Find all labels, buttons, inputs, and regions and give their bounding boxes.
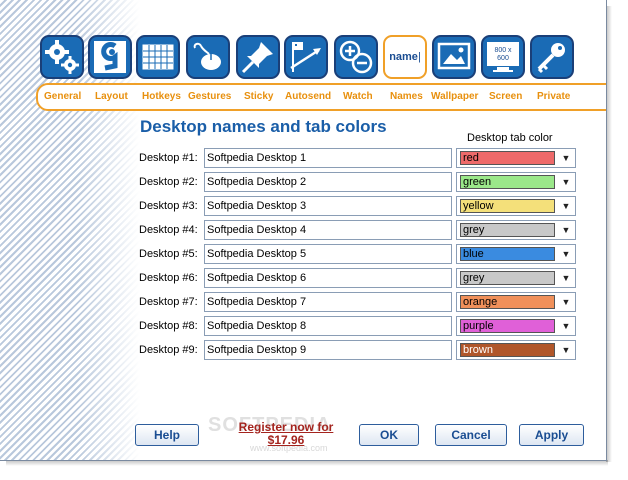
mouse-icon xyxy=(193,42,221,70)
tab-autosend-label[interactable]: Autosend xyxy=(285,91,331,102)
chevron-down-icon[interactable]: ▼ xyxy=(559,343,573,357)
tab-autosend-button[interactable] xyxy=(284,35,328,79)
chevron-down-icon[interactable]: ▼ xyxy=(559,199,573,213)
chevron-down-icon[interactable]: ▼ xyxy=(559,319,573,333)
desktop-4-name-input[interactable] xyxy=(204,220,452,240)
key-icon xyxy=(537,43,565,74)
desktop-7-label: Desktop #7: xyxy=(139,296,198,308)
desktop-8-color-select[interactable]: purple ▼ xyxy=(456,316,576,336)
desktop-3-label: Desktop #3: xyxy=(139,200,198,212)
tab-screen-button[interactable]: 800 x 600 xyxy=(481,35,525,79)
desktop-7-name-input[interactable] xyxy=(204,292,452,312)
chevron-down-icon[interactable]: ▼ xyxy=(559,247,573,261)
desktop-6-color-swatch: grey xyxy=(460,271,555,285)
desktop-1-color-select[interactable]: red ▼ xyxy=(456,148,576,168)
desktop-6-color-select[interactable]: grey ▼ xyxy=(456,268,576,288)
desktop-9-name-input[interactable] xyxy=(204,340,452,360)
tab-names-button[interactable]: name| xyxy=(383,35,427,79)
tab-private-label[interactable]: Private xyxy=(537,91,570,102)
desktop-4-color-select[interactable]: grey ▼ xyxy=(456,220,576,240)
desktop-1-label: Desktop #1: xyxy=(139,152,198,164)
register-price[interactable]: $17.96 xyxy=(268,433,305,447)
tab-general-button[interactable] xyxy=(40,35,84,79)
chevron-down-icon[interactable]: ▼ xyxy=(559,271,573,285)
tab-hotkeys-label[interactable]: Hotkeys xyxy=(142,91,181,102)
desktop-9-color-select[interactable]: brown ▼ xyxy=(456,340,576,360)
tab-watch-button[interactable] xyxy=(334,35,378,79)
chevron-down-icon[interactable]: ▼ xyxy=(559,175,573,189)
flag-arrow-icon xyxy=(290,42,321,72)
desktop-2-name-input[interactable] xyxy=(204,172,452,192)
desktop-3-color-swatch: yellow xyxy=(460,199,555,213)
tab-private-button[interactable] xyxy=(530,35,574,79)
tab-names-label[interactable]: Names xyxy=(390,91,423,102)
tab-general-label[interactable]: General xyxy=(44,91,81,102)
tab-layout-label[interactable]: Layout xyxy=(95,91,128,102)
help-button[interactable]: Help xyxy=(135,424,199,446)
ok-button[interactable]: OK xyxy=(359,424,419,446)
desktop-6-name-input[interactable] xyxy=(204,268,452,288)
desktop-5-label: Desktop #5: xyxy=(139,248,198,260)
desktop-2-color-swatch: green xyxy=(460,175,555,189)
desktop-2-label: Desktop #2: xyxy=(139,176,198,188)
monitor-resolution-icon: 800 x 600 xyxy=(487,42,519,72)
tab-screen-label[interactable]: Screen xyxy=(489,91,522,102)
desktop-1-color-swatch: red xyxy=(460,151,555,165)
tab-sticky-button[interactable] xyxy=(236,35,280,79)
pushpin-icon xyxy=(241,42,273,74)
gears-icon xyxy=(45,40,79,74)
keyboard-icon xyxy=(142,44,174,70)
tab-watch-label[interactable]: Watch xyxy=(343,91,373,102)
cancel-button[interactable]: Cancel xyxy=(435,424,507,446)
chevron-down-icon[interactable]: ▼ xyxy=(559,295,573,309)
desktop-4-color-swatch: grey xyxy=(460,223,555,237)
desktop-3-name-input[interactable] xyxy=(204,196,452,216)
desktop-7-color-select[interactable]: orange ▼ xyxy=(456,292,576,312)
tab-sticky-label[interactable]: Sticky xyxy=(244,91,273,102)
apply-button[interactable]: Apply xyxy=(519,424,584,446)
svg-text:600: 600 xyxy=(497,55,509,62)
chevron-down-icon[interactable]: ▼ xyxy=(559,151,573,165)
register-link[interactable]: Register now for $17.96 xyxy=(236,421,336,447)
desktop-1-name-input[interactable] xyxy=(204,148,452,168)
tab-hotkeys-button[interactable] xyxy=(136,35,180,79)
tab-gestures-button[interactable] xyxy=(186,35,230,79)
name-icon-text: name xyxy=(389,51,418,63)
desktop-3-color-select[interactable]: yellow ▼ xyxy=(456,196,576,216)
desktop-9-color-swatch: brown xyxy=(460,343,555,357)
tab-wallpaper-label[interactable]: Wallpaper xyxy=(431,91,478,102)
zoom-plus-minus-icon xyxy=(339,40,373,74)
layout-nine-icon xyxy=(94,41,126,73)
desktop-8-name-input[interactable] xyxy=(204,316,452,336)
desktop-5-color-select[interactable]: blue ▼ xyxy=(456,244,576,264)
desktop-9-label: Desktop #9: xyxy=(139,344,198,356)
chevron-down-icon[interactable]: ▼ xyxy=(559,223,573,237)
color-column-header: Desktop tab color xyxy=(467,132,553,144)
desktop-2-color-select[interactable]: green ▼ xyxy=(456,172,576,192)
register-line1[interactable]: Register now for xyxy=(239,420,334,434)
tab-layout-button[interactable] xyxy=(88,35,132,79)
tab-wallpaper-button[interactable] xyxy=(432,35,476,79)
desktop-8-color-swatch: purple xyxy=(460,319,555,333)
desktop-5-color-swatch: blue xyxy=(460,247,555,261)
name-icon: name| xyxy=(389,51,421,63)
desktop-8-label: Desktop #8: xyxy=(139,320,198,332)
desktop-7-color-swatch: orange xyxy=(460,295,555,309)
desktop-4-label: Desktop #4: xyxy=(139,224,198,236)
desktop-5-name-input[interactable] xyxy=(204,244,452,264)
settings-window: name| 800 x 600 General Layout Hotkeys G… xyxy=(0,0,607,461)
wallpaper-icon xyxy=(437,42,471,70)
desktop-6-label: Desktop #6: xyxy=(139,272,198,284)
page-title: Desktop names and tab colors xyxy=(140,117,387,136)
svg-text:800 x: 800 x xyxy=(494,47,512,54)
tab-gestures-label[interactable]: Gestures xyxy=(188,91,231,102)
